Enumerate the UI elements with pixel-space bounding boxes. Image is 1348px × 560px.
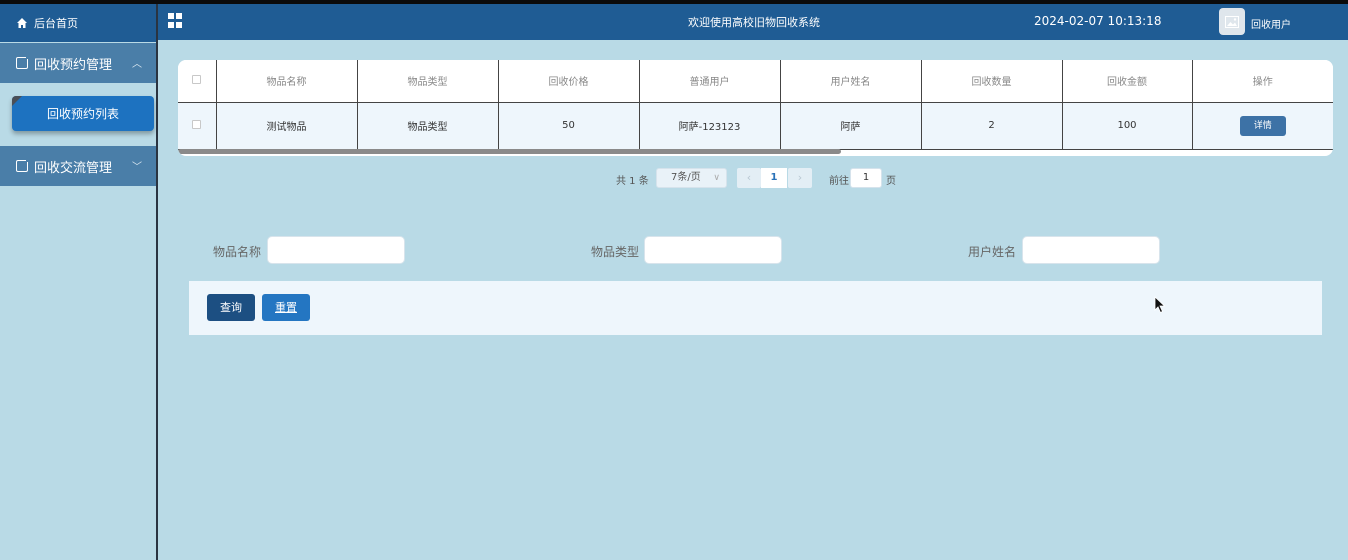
page-unit-label: 页: [886, 176, 896, 187]
column-header: 普通用户: [639, 60, 781, 103]
page-title: 欢迎使用高校旧物回收系统: [688, 16, 820, 29]
sidebar-home-label: 后台首页: [34, 17, 78, 30]
cell-action: 详情: [1192, 102, 1333, 150]
username-label: 用户姓名: [968, 245, 1017, 259]
external-link-icon: [16, 55, 30, 69]
cell-user: 阿萨-123123: [639, 102, 781, 150]
username-input[interactable]: [1022, 236, 1160, 264]
image-icon: [1225, 15, 1239, 28]
sidebar-submenu: 回收预约列表: [0, 83, 156, 146]
cell-username: 阿萨: [780, 102, 922, 150]
item-type-input[interactable]: [644, 236, 782, 264]
goto-page-input[interactable]: 1: [850, 168, 882, 188]
row-select-cell[interactable]: [178, 102, 217, 150]
select-all-checkbox[interactable]: [192, 74, 202, 84]
pagination-total: 共 1 条: [616, 176, 649, 187]
row-checkbox[interactable]: [192, 119, 202, 129]
column-header: 操作: [1192, 60, 1333, 103]
column-header: 物品类型: [357, 60, 499, 103]
item-name-label: 物品名称: [213, 245, 262, 259]
pagination: 共 1 条 7条/页 ∨ ‹ 1 › 前往 1 页: [0, 168, 1348, 190]
cell-quantity: 2: [921, 102, 1063, 150]
sidebar-item-reservation-list[interactable]: 回收预约列表: [12, 96, 154, 131]
data-table: 物品名称 物品类型 回收价格 普通用户 用户姓名 回收数量 回收金额 操作 测试…: [178, 60, 1333, 156]
cell-amount: 100: [1062, 102, 1193, 150]
chevron-up-icon: ︿: [132, 59, 142, 70]
goto-label: 前往: [829, 176, 849, 187]
next-page-button[interactable]: ›: [788, 168, 812, 188]
table-header-row: 物品名称 物品类型 回收价格 普通用户 用户姓名 回收数量 回收金额 操作: [178, 60, 1333, 103]
username[interactable]: 回收用户: [1251, 16, 1291, 31]
sidebar-group-reservation[interactable]: 回收预约管理 ︿: [0, 43, 156, 83]
cell-item-name: 测试物品: [216, 102, 358, 150]
prev-page-button[interactable]: ‹: [737, 168, 761, 188]
home-icon: [16, 17, 28, 29]
avatar[interactable]: [1219, 8, 1245, 35]
datetime: 2024-02-07 10:13:18: [1034, 14, 1162, 28]
reset-button[interactable]: 重置: [262, 294, 310, 321]
mouse-cursor-icon: [1154, 296, 1166, 314]
table-row: 测试物品 物品类型 50 阿萨-123123 阿萨 2 100 详情: [178, 102, 1333, 150]
sidebar-item-label: 回收预约列表: [46, 107, 119, 121]
cell-item-type: 物品类型: [357, 102, 499, 150]
horizontal-scrollbar[interactable]: [178, 149, 841, 154]
page-size-value: 7条/页: [671, 172, 701, 183]
button-bar: 查询 重置: [189, 281, 1322, 335]
column-header: 回收数量: [921, 60, 1063, 103]
sidebar-item-home[interactable]: 后台首页: [0, 4, 156, 42]
sidebar-group-label: 回收预约管理: [34, 57, 113, 73]
detail-button[interactable]: 详情: [1239, 115, 1286, 136]
page-size-select[interactable]: 7条/页 ∨: [656, 168, 727, 188]
column-header: 物品名称: [216, 60, 358, 103]
item-type-label: 物品类型: [591, 245, 640, 259]
sidebar: 后台首页 回收预约管理 ︿ 回收预约列表 回收交流管理 ﹀: [0, 4, 158, 560]
column-header: 回收金额: [1062, 60, 1193, 103]
chevron-down-icon: ∨: [713, 173, 720, 183]
select-all-cell[interactable]: [178, 60, 217, 103]
item-name-input[interactable]: [267, 236, 405, 264]
header: 欢迎使用高校旧物回收系统 2024-02-07 10:13:18 回收用户: [158, 4, 1348, 40]
column-header: 回收价格: [498, 60, 640, 103]
page-number[interactable]: 1: [761, 168, 787, 188]
column-header: 用户姓名: [780, 60, 922, 103]
query-button[interactable]: 查询: [207, 294, 255, 321]
cell-price: 50: [498, 102, 640, 150]
grid-menu-icon[interactable]: [168, 13, 183, 28]
